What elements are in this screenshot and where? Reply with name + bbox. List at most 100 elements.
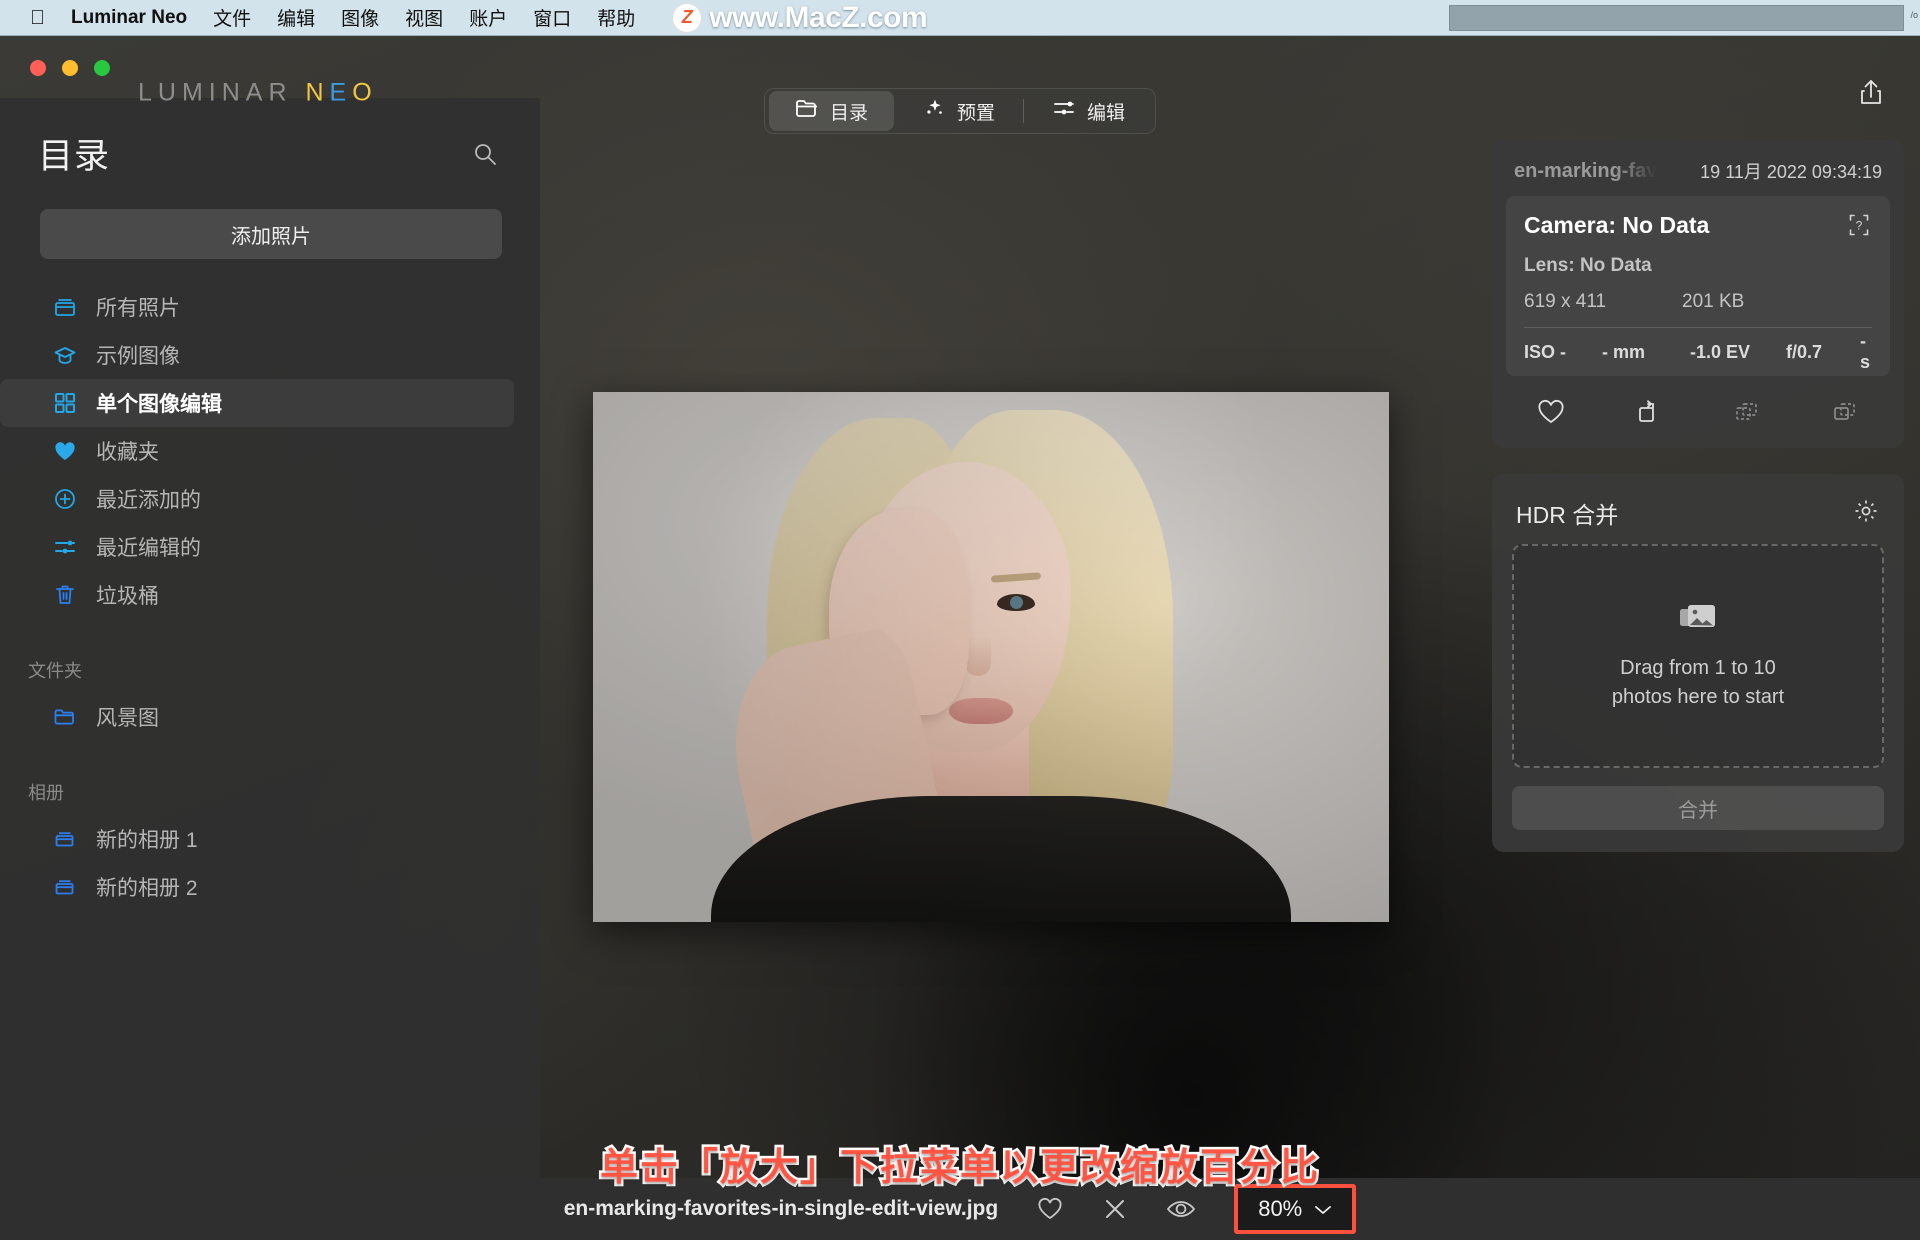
sidebar-item-label: 收藏夹	[96, 436, 159, 466]
sidebar-item-favorites[interactable]: 收藏夹	[0, 427, 514, 475]
album-icon	[52, 874, 78, 900]
menubar-item-image[interactable]: 图像	[341, 4, 379, 31]
sidebar-item-label: 单个图像编辑	[96, 388, 222, 418]
menubar-item-account[interactable]: 账户	[469, 4, 507, 31]
tab-catalog[interactable]: 目录	[769, 91, 894, 131]
apple-icon[interactable]: 	[30, 8, 45, 28]
tab-presets-label: 预置	[957, 98, 995, 125]
svg-text:?: ?	[1856, 219, 1863, 233]
sidebar-album-1[interactable]: 新的相册 1	[0, 815, 540, 863]
catalog-sidebar: 目录 添加照片 所有照片	[0, 98, 540, 1240]
image-info-card: en-marking-fav 19 11月 2022 09:34:19 Came…	[1492, 140, 1904, 448]
photo-preview[interactable]	[593, 392, 1389, 922]
tab-catalog-label: 目录	[830, 98, 868, 125]
minimize-window-button[interactable]	[62, 60, 78, 76]
sidebar-group-folders: 文件夹	[0, 657, 540, 683]
sidebar-item-single-image-edit[interactable]: 单个图像编辑	[0, 379, 514, 427]
app-logo-luminar: LUMINAR	[138, 79, 293, 107]
sidebar-folder-landscape[interactable]: 风景图	[0, 693, 540, 741]
app-logo-neo: NEO	[305, 79, 377, 107]
tab-edit[interactable]: 编辑	[1026, 91, 1151, 131]
info-capture-date: 19 11月 2022 09:34:19	[1700, 158, 1882, 184]
sidebar-item-recently-added[interactable]: 最近添加的	[0, 475, 514, 523]
sidebar-item-trash[interactable]: 垃圾桶	[0, 571, 514, 619]
heart-outline-icon[interactable]	[1536, 398, 1566, 426]
exif-lens: Lens: No Data	[1524, 255, 1872, 277]
page-title: 目录	[38, 128, 110, 179]
exif-shutter: - s	[1860, 331, 1872, 373]
image-info-header: en-marking-fav 19 11月 2022 09:34:19	[1492, 140, 1904, 196]
hdr-merge-button[interactable]: 合并	[1512, 786, 1884, 830]
right-inspector-panel: en-marking-fav 19 11月 2022 09:34:19 Came…	[1492, 140, 1904, 878]
sidebar-album-2[interactable]: 新的相册 2	[0, 863, 540, 911]
tab-presets[interactable]: 预置	[898, 91, 1021, 131]
sidebar-item-label: 所有照片	[96, 292, 180, 322]
exif-ev: -1.0 EV	[1690, 342, 1786, 363]
close-window-button[interactable]	[30, 60, 46, 76]
exif-iso: ISO -	[1524, 342, 1602, 363]
photo-canvas	[540, 98, 1460, 1240]
menubar-item-help[interactable]: 帮助	[597, 4, 635, 31]
hdr-drop-line-2: photos here to start	[1612, 683, 1784, 712]
exif-camera: Camera: No Data	[1524, 212, 1709, 239]
photos-stack-icon	[1678, 601, 1718, 640]
tab-edit-label: 编辑	[1087, 98, 1125, 125]
exif-shooting-row: ISO - - mm -1.0 EV f/0.7 - s	[1524, 328, 1872, 376]
search-icon[interactable]	[472, 141, 498, 167]
chevron-down-icon	[1314, 1196, 1332, 1222]
sidebar-item-label: 最近编辑的	[96, 532, 201, 562]
folder-icon	[795, 98, 819, 124]
sidebar-item-sample-images[interactable]: 示例图像	[0, 331, 514, 379]
hdr-title: HDR 合并	[1516, 496, 1618, 530]
window-chrome: LUMINAR NEO 目录	[0, 36, 1920, 98]
app-logo: LUMINAR NEO	[138, 79, 378, 108]
maczlogo-icon: Z	[673, 4, 701, 32]
sidebar-item-all-photos[interactable]: 所有照片	[0, 283, 514, 331]
gear-icon[interactable]	[1852, 497, 1880, 530]
exif-dimensions-row: 619 x 411 201 KB	[1524, 291, 1872, 313]
menubar-item-window[interactable]: 窗口	[533, 4, 571, 31]
grid-icon	[52, 390, 78, 416]
copy-dashed-icon[interactable]	[1732, 398, 1762, 426]
hdr-drop-line-1: Drag from 1 to 10	[1612, 654, 1784, 683]
window-traffic-lights	[30, 60, 110, 76]
heart-filled-icon	[52, 438, 78, 464]
bottom-file-name: en-marking-favorites-in-single-edit-view…	[564, 1197, 998, 1221]
watermark-text: www.MacZ.com	[709, 1, 927, 35]
luminar-app-window: LUMINAR NEO 目录	[0, 36, 1920, 1240]
help-icon[interactable]: ?	[1846, 212, 1872, 243]
exif-filesize: 201 KB	[1682, 291, 1744, 313]
rotate-icon[interactable]	[1634, 398, 1664, 426]
album-icon	[52, 826, 78, 852]
hdr-dropzone[interactable]: Drag from 1 to 10 photos here to start	[1512, 544, 1884, 768]
menubar-right-placeholder	[1449, 5, 1904, 31]
watermark: Z www.MacZ.com	[673, 1, 927, 35]
copy-icon[interactable]	[1830, 398, 1860, 426]
sidebar-folder-label: 风景图	[96, 702, 159, 732]
sliders-icon	[1052, 98, 1076, 124]
maximize-window-button[interactable]	[94, 60, 110, 76]
sidebar-album-label: 新的相册 2	[96, 872, 198, 902]
menubar-status-glyph: /o	[1910, 10, 1918, 20]
share-icon[interactable]	[1856, 77, 1886, 107]
sidebar-item-label: 示例图像	[96, 340, 180, 370]
close-icon[interactable]	[1102, 1196, 1128, 1222]
graduation-cap-icon	[52, 342, 78, 368]
image-action-row	[1492, 376, 1904, 448]
folder-icon	[52, 704, 78, 730]
eye-icon[interactable]	[1166, 1197, 1196, 1221]
macos-menu-bar:  Luminar Neo 文件 编辑 图像 视图 账户 窗口 帮助 Z www…	[0, 0, 1920, 36]
menubar-item-edit[interactable]: 编辑	[277, 4, 315, 31]
menubar-item-view[interactable]: 视图	[405, 4, 443, 31]
zoom-level-dropdown[interactable]: 80%	[1244, 1190, 1346, 1228]
sidebar-album-label: 新的相册 1	[96, 824, 198, 854]
menubar-app-name[interactable]: Luminar Neo	[71, 7, 187, 29]
zoom-level-highlight: 80%	[1234, 1184, 1356, 1234]
menubar-item-file[interactable]: 文件	[213, 4, 251, 31]
sidebar-item-recently-edited[interactable]: 最近编辑的	[0, 523, 514, 571]
hdr-header: HDR 合并	[1492, 474, 1904, 544]
sparkle-icon	[924, 97, 946, 125]
add-photos-button[interactable]: 添加照片	[40, 209, 502, 259]
heart-outline-icon[interactable]	[1036, 1196, 1064, 1222]
exif-dimensions: 619 x 411	[1524, 291, 1682, 313]
